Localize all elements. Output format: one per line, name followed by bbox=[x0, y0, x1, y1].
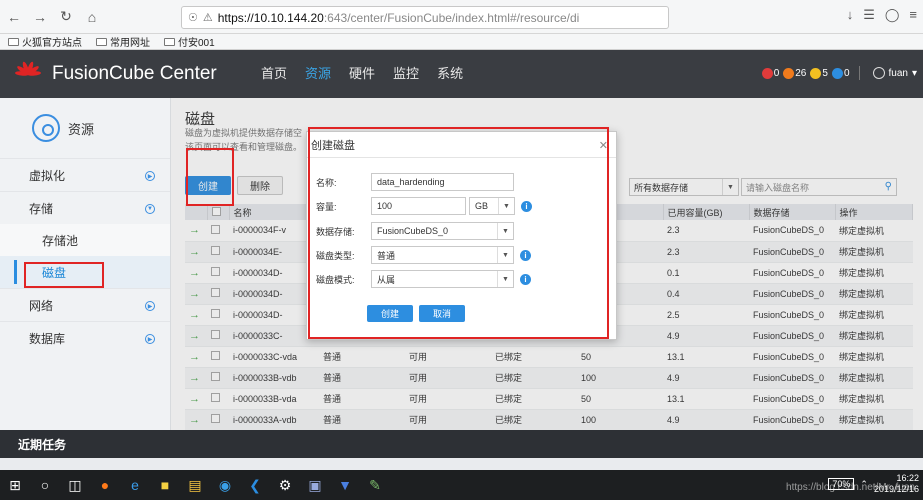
top-nav: 首页 资源 硬件 监控 系统 bbox=[252, 50, 472, 98]
bookmark-item[interactable]: 常用网址 bbox=[96, 34, 150, 49]
url-host: https://10.10.144.20 bbox=[217, 10, 324, 25]
nav-home[interactable]: 首页 bbox=[252, 50, 296, 98]
sidebar-item-storage[interactable]: 存储 ▼ bbox=[0, 191, 170, 224]
vscode-icon[interactable]: ❮ bbox=[240, 470, 270, 500]
folder-icon bbox=[8, 37, 19, 46]
library-icon[interactable]: ☰ bbox=[863, 7, 875, 23]
expand-icon[interactable]: ▶ bbox=[145, 301, 155, 311]
minor-alarm-icon bbox=[810, 67, 822, 79]
recent-tasks-bar[interactable]: 近期任务 bbox=[0, 430, 923, 458]
watermark: https://blog.csdn.net/Mr_fuan bbox=[786, 482, 915, 493]
nav-resources[interactable]: 资源 bbox=[296, 50, 340, 98]
settings-icon[interactable]: ⚙ bbox=[270, 470, 300, 500]
horizontal-scrollbar[interactable] bbox=[0, 458, 923, 470]
expand-icon[interactable]: ▶ bbox=[145, 334, 155, 344]
huawei-logo-icon bbox=[14, 60, 42, 88]
minor-alarm[interactable]: 5 bbox=[810, 67, 828, 79]
notepad-icon[interactable]: ✎ bbox=[360, 470, 390, 500]
sticky-notes-icon[interactable]: ■ bbox=[150, 470, 180, 500]
sidebar-item-network[interactable]: 网络 ▶ bbox=[0, 288, 170, 321]
nav-system[interactable]: 系统 bbox=[428, 50, 472, 98]
sidebar-title: 资源 bbox=[68, 121, 95, 137]
task-view-icon[interactable]: ◫ bbox=[60, 470, 90, 500]
bookmarks-bar: 火狐官方站点 常用网址 付安001 bbox=[0, 34, 923, 50]
windows-taskbar: ⊞ ○ ◫ ● e ■ ▤ ◉ ❮ ⚙ ▣ ▼ ✎ 70% ⌃ 16:22 20… bbox=[0, 470, 923, 500]
sidebar-item-storage-pool[interactable]: 存储池 bbox=[0, 224, 170, 256]
lock-warning-icon: ⚠ bbox=[202, 12, 213, 24]
app-title: FusionCube Center bbox=[52, 63, 217, 84]
annotation-box-create bbox=[186, 148, 234, 206]
critical-alarm-icon bbox=[761, 67, 773, 79]
nav-hardware[interactable]: 硬件 bbox=[340, 50, 384, 98]
sidebar-item-virtualization[interactable]: 虚拟化 ▶ bbox=[0, 158, 170, 191]
url-path: :643/center/FusionCube/index.html#/resou… bbox=[323, 10, 580, 25]
app-header: FusionCube Center 首页 资源 硬件 监控 系统 0 26 5 … bbox=[0, 50, 923, 98]
folder-icon bbox=[164, 37, 175, 46]
app-icon[interactable]: ▣ bbox=[300, 470, 330, 500]
app-icon[interactable]: ◉ bbox=[210, 470, 240, 500]
collapse-icon[interactable]: ▼ bbox=[145, 204, 155, 214]
info-alarm[interactable]: 0 bbox=[831, 67, 850, 79]
account-icon[interactable]: ◯ bbox=[885, 7, 900, 23]
divider bbox=[858, 66, 860, 80]
forward-icon[interactable]: → bbox=[28, 5, 52, 29]
expand-icon[interactable]: ▶ bbox=[145, 171, 155, 181]
sidebar-header: 资源 bbox=[0, 98, 170, 158]
major-alarm[interactable]: 26 bbox=[783, 67, 806, 79]
annotation-box-dialog bbox=[308, 127, 609, 339]
nav-monitor[interactable]: 监控 bbox=[384, 50, 428, 98]
download-icon[interactable]: ↓ bbox=[847, 7, 854, 23]
firefox-icon[interactable]: ● bbox=[90, 470, 120, 500]
browser-tools: ↓ ☰ ◯ ≡ bbox=[847, 7, 917, 23]
windows-start-icon[interactable]: ⊞ bbox=[0, 470, 30, 500]
critical-alarm[interactable]: 0 bbox=[761, 67, 779, 79]
back-icon[interactable]: ← bbox=[2, 5, 26, 29]
browser-toolbar: ← → ↻ ⌂ ☉ ⚠ https://10.10.144.20:643/cen… bbox=[0, 0, 923, 34]
url-bar[interactable]: ☉ ⚠ https://10.10.144.20:643/center/Fusi… bbox=[181, 6, 669, 29]
edge-icon[interactable]: e bbox=[120, 470, 150, 500]
folder-icon[interactable]: ▤ bbox=[180, 470, 210, 500]
bookmark-item[interactable]: 付安001 bbox=[164, 34, 215, 49]
header-status: 0 26 5 0 fuan ▾ bbox=[761, 66, 917, 80]
sidebar-item-database[interactable]: 数据库 ▶ bbox=[0, 321, 170, 354]
user-name[interactable]: fuan bbox=[889, 68, 908, 79]
user-icon bbox=[872, 67, 885, 79]
major-alarm-icon bbox=[783, 67, 795, 79]
chevron-down-icon[interactable]: ▾ bbox=[912, 68, 917, 79]
shield-icon: ☉ bbox=[188, 12, 198, 24]
info-alarm-icon bbox=[831, 67, 843, 79]
annotation-box-disk bbox=[24, 262, 104, 288]
reload-icon[interactable]: ↻ bbox=[54, 5, 78, 29]
menu-icon[interactable]: ≡ bbox=[909, 7, 917, 23]
bookmark-item[interactable]: 火狐官方站点 bbox=[8, 34, 82, 49]
folder-icon bbox=[96, 37, 107, 46]
search-icon[interactable]: ○ bbox=[30, 470, 60, 500]
home-icon[interactable]: ⌂ bbox=[80, 5, 104, 29]
vpn-icon[interactable]: ▼ bbox=[330, 470, 360, 500]
resource-icon bbox=[32, 114, 60, 142]
